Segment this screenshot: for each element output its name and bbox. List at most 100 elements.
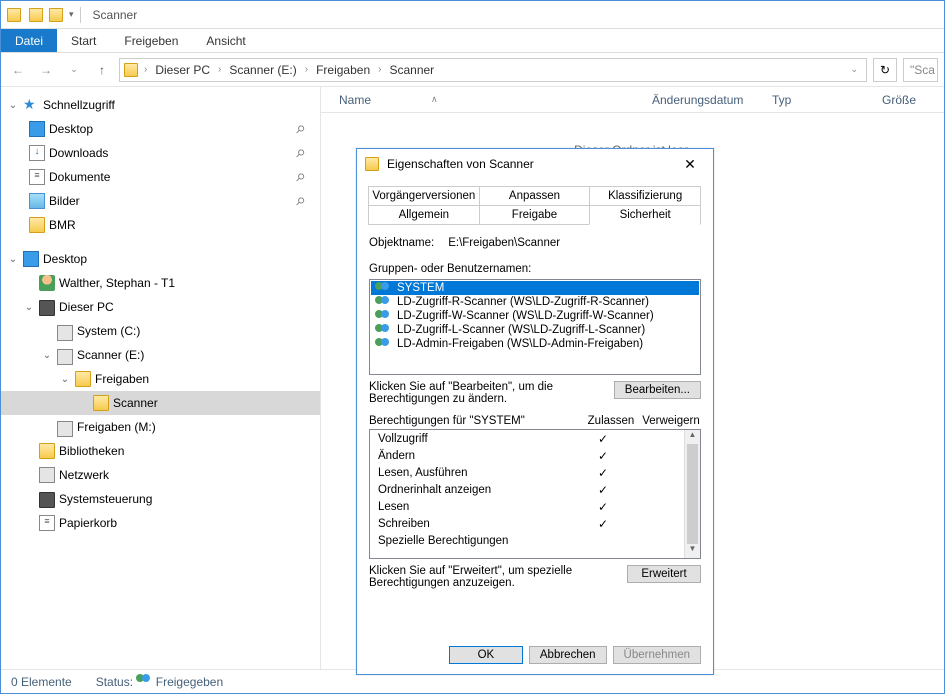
breadcrumb-segment[interactable]: Freigaben bbox=[314, 63, 372, 77]
group-item[interactable]: LD-Admin-Freigaben (WS\LD-Admin-Freigabe… bbox=[371, 337, 699, 351]
star-icon: ★ bbox=[23, 97, 39, 113]
twisty-icon[interactable]: ⌄ bbox=[23, 302, 35, 313]
window-title: Scanner bbox=[93, 8, 138, 22]
tree-node-desktop-root[interactable]: ⌄ Desktop bbox=[1, 247, 320, 271]
ribbon-tabs: Datei Start Freigeben Ansicht bbox=[1, 29, 944, 53]
group-item[interactable]: LD-Zugriff-L-Scanner (WS\LD-Zugriff-L-Sc… bbox=[371, 323, 699, 337]
breadcrumb-segment[interactable]: Scanner (E:) bbox=[227, 63, 298, 77]
permissions-list[interactable]: Vollzugriff ✓ Ändern ✓ Lesen, Ausführen … bbox=[370, 430, 684, 558]
tab-allgemein[interactable]: Allgemein bbox=[368, 205, 480, 225]
tree-label: Netzwerk bbox=[59, 468, 109, 482]
objectname-value: E:\Freigaben\Scanner bbox=[448, 237, 560, 249]
column-date[interactable]: Änderungsdatum bbox=[644, 93, 764, 107]
chevron-right-icon[interactable]: › bbox=[376, 64, 383, 75]
scroll-up-icon[interactable]: ▲ bbox=[685, 430, 700, 444]
groups-listbox[interactable]: SYSTEMLD-Zugriff-R-Scanner (WS\LD-Zugrif… bbox=[369, 279, 701, 375]
ico-pc-icon bbox=[39, 492, 55, 508]
tree-node[interactable]: · System (C:) bbox=[1, 319, 320, 343]
tab-ansicht[interactable]: Ansicht bbox=[192, 29, 259, 52]
qat-properties-icon[interactable] bbox=[29, 8, 43, 22]
explorer-window: ▾ Scanner Datei Start Freigeben Ansicht … bbox=[0, 0, 945, 694]
tree-node[interactable]: Bilder ⚲ bbox=[1, 189, 320, 213]
scrollbar[interactable]: ▲ ▼ bbox=[684, 430, 700, 558]
tree-node[interactable]: Downloads ⚲ bbox=[1, 141, 320, 165]
tree-node[interactable]: BMR bbox=[1, 213, 320, 237]
dialog-tabs: Vorgängerversionen Anpassen Klassifizier… bbox=[369, 187, 701, 225]
qat-newfolder-icon[interactable] bbox=[49, 8, 63, 22]
ico-folder-icon bbox=[75, 371, 91, 387]
column-name[interactable]: Name ∧ bbox=[331, 93, 644, 107]
tab-start[interactable]: Start bbox=[57, 29, 110, 52]
column-type[interactable]: Typ bbox=[764, 93, 874, 107]
tab-sicherheit[interactable]: Sicherheit bbox=[589, 205, 701, 225]
breadcrumb-segment[interactable]: Scanner bbox=[387, 63, 436, 77]
tree-node-quickaccess[interactable]: ⌄ ★ Schnellzugriff bbox=[1, 93, 320, 117]
edit-button[interactable]: Bearbeiten... bbox=[614, 381, 701, 399]
advanced-hint: Klicken Sie auf "Erweitert", um speziell… bbox=[369, 565, 617, 589]
tree-node[interactable]: ⌄ Scanner (E:) bbox=[1, 343, 320, 367]
ico-user-icon bbox=[39, 275, 55, 291]
breadcrumb[interactable]: › Dieser PC › Scanner (E:) › Freigaben ›… bbox=[119, 58, 867, 82]
advanced-row: Klicken Sie auf "Erweitert", um speziell… bbox=[369, 565, 701, 589]
tree-node[interactable]: Desktop ⚲ bbox=[1, 117, 320, 141]
breadcrumb-icon bbox=[124, 63, 138, 77]
cancel-button[interactable]: Abbrechen bbox=[529, 646, 607, 664]
close-icon[interactable]: ✕ bbox=[675, 156, 705, 173]
apply-button[interactable]: Übernehmen bbox=[613, 646, 701, 664]
col-allow: Zulassen bbox=[581, 415, 641, 427]
tab-vorgaengerversionen[interactable]: Vorgängerversionen bbox=[368, 186, 480, 206]
chevron-right-icon[interactable]: › bbox=[142, 64, 149, 75]
refresh-icon[interactable]: ↻ bbox=[873, 58, 897, 82]
nav-forward[interactable]: → bbox=[35, 59, 57, 81]
dialog-body: Vorgängerversionen Anpassen Klassifizier… bbox=[357, 179, 713, 636]
permission-name: Spezielle Berechtigungen bbox=[370, 535, 576, 547]
tree-node[interactable]: · Netzwerk bbox=[1, 463, 320, 487]
breadcrumb-dropdown[interactable]: ⌄ bbox=[850, 64, 862, 75]
group-item[interactable]: LD-Zugriff-W-Scanner (WS\LD-Zugriff-W-Sc… bbox=[371, 309, 699, 323]
chevron-right-icon[interactable]: › bbox=[303, 64, 310, 75]
nav-recent[interactable]: ⌄ bbox=[63, 59, 85, 81]
tree-label: Systemsteuerung bbox=[59, 492, 152, 506]
tab-datei[interactable]: Datei bbox=[1, 29, 57, 52]
breadcrumb-segment[interactable]: Dieser PC bbox=[153, 63, 212, 77]
ok-button[interactable]: OK bbox=[449, 646, 523, 664]
ico-folder-icon bbox=[29, 217, 45, 233]
pin-icon: ⚲ bbox=[293, 194, 308, 209]
group-item[interactable]: SYSTEM bbox=[371, 281, 699, 295]
permission-name: Ordnerinhalt anzeigen bbox=[370, 484, 576, 496]
group-item-label: LD-Zugriff-L-Scanner (WS\LD-Zugriff-L-Sc… bbox=[397, 324, 645, 336]
tree-node[interactable]: · Walther, Stephan - T1 bbox=[1, 271, 320, 295]
tree-node[interactable]: · Systemsteuerung bbox=[1, 487, 320, 511]
tab-anpassen[interactable]: Anpassen bbox=[479, 186, 591, 206]
tree-node[interactable]: · Freigaben (M:) bbox=[1, 415, 320, 439]
desktop-icon bbox=[23, 251, 39, 267]
pin-icon: ⚲ bbox=[293, 170, 308, 185]
permission-row: Ändern ✓ bbox=[370, 447, 684, 464]
scroll-down-icon[interactable]: ▼ bbox=[685, 544, 700, 558]
tree-node[interactable]: Dokumente ⚲ bbox=[1, 165, 320, 189]
app-icon bbox=[7, 8, 21, 22]
tree-node[interactable]: ⌄ Freigaben bbox=[1, 367, 320, 391]
chevron-right-icon[interactable]: › bbox=[216, 64, 223, 75]
tree-node[interactable]: · Scanner bbox=[1, 391, 320, 415]
tab-freigabe[interactable]: Freigabe bbox=[479, 205, 591, 225]
permission-row: Schreiben ✓ bbox=[370, 515, 684, 532]
twisty-icon[interactable]: ⌄ bbox=[41, 350, 53, 361]
scroll-thumb[interactable] bbox=[687, 444, 698, 544]
nav-up[interactable]: ↑ bbox=[91, 59, 113, 81]
advanced-button[interactable]: Erweitert bbox=[627, 565, 701, 583]
group-item[interactable]: LD-Zugriff-R-Scanner (WS\LD-Zugriff-R-Sc… bbox=[371, 295, 699, 309]
users-icon bbox=[375, 310, 391, 322]
twisty-icon[interactable]: ⌄ bbox=[59, 374, 71, 385]
tree-node[interactable]: · Papierkorb bbox=[1, 511, 320, 535]
status-item-count: 0 Elemente bbox=[11, 675, 72, 689]
tree-node[interactable]: ⌄ Dieser PC bbox=[1, 295, 320, 319]
pin-icon: ⚲ bbox=[293, 146, 308, 161]
tab-klassifizierung[interactable]: Klassifizierung bbox=[589, 186, 701, 206]
column-size[interactable]: Größe bbox=[874, 93, 944, 107]
search-input[interactable]: "Sca bbox=[903, 58, 938, 82]
tab-freigeben[interactable]: Freigeben bbox=[110, 29, 192, 52]
nav-back[interactable]: ← bbox=[7, 59, 29, 81]
users-icon bbox=[375, 338, 391, 350]
tree-node[interactable]: · Bibliotheken bbox=[1, 439, 320, 463]
